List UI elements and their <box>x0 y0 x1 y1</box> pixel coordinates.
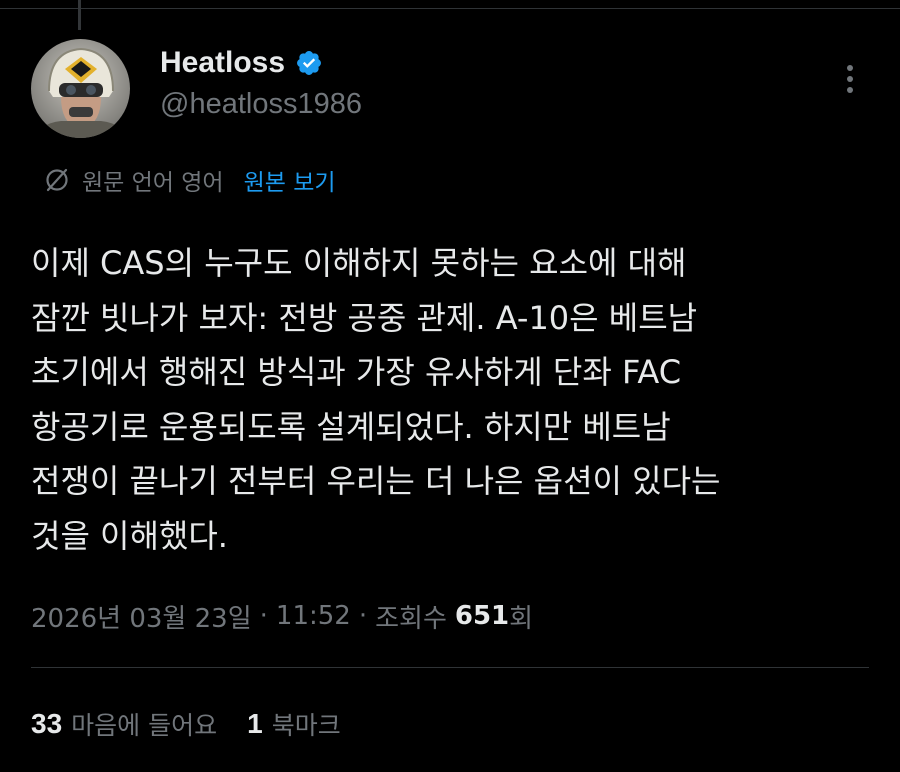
avatar[interactable] <box>31 39 130 138</box>
likes-label: 마음에 들어요 <box>71 711 218 740</box>
translation-language-text: 원문 언어 영어 <box>82 170 224 196</box>
author-handle[interactable]: @heatloss1986 <box>160 88 362 121</box>
more-options-icon[interactable] <box>838 62 862 98</box>
bookmarks-stat[interactable]: 1 북마크 <box>247 706 341 742</box>
tweet-text-line: 것을 이해했다. <box>31 516 228 555</box>
thread-connector-line <box>78 0 81 30</box>
likes-stat[interactable]: 33 마음에 들어요 <box>31 706 217 742</box>
author-name-row[interactable]: Heatloss <box>160 46 323 80</box>
translate-icon <box>44 167 70 193</box>
verified-badge-icon <box>295 49 323 77</box>
tweet-text-line: 초기에서 행해진 방식과 가장 유사하게 단좌 FAC <box>31 353 682 391</box>
meta-separator: · <box>358 601 368 631</box>
tweet-date[interactable]: 2026년 03월 23일 <box>31 598 252 635</box>
tweet-text-line: 이제 CAS의 누구도 이해하지 못하는 요소에 대해 <box>31 244 687 282</box>
stats-divider <box>31 667 869 668</box>
tweet-text-line: 전쟁이 끝나기 전부터 우리는 더 나은 옵션이 있다는 <box>31 462 721 500</box>
tweet-text: 이제 CAS의 누구도 이해하지 못하는 요소에 대해 잠깐 빗나가 보자: 전… <box>31 236 871 563</box>
views-label: 조회수 <box>375 603 447 634</box>
author-display-name[interactable]: Heatloss <box>160 46 285 80</box>
likes-count: 33 <box>31 708 63 739</box>
bookmarks-count: 1 <box>247 708 263 739</box>
tweet-text-line: 항공기로 운용되도록 설계되었다. 하지만 베트남 <box>31 407 671 446</box>
bookmarks-label: 북마크 <box>271 711 341 740</box>
tweet-meta: 2026년 03월 23일 · 11:52 · 조회수 651 회 <box>31 596 533 636</box>
views-suffix: 회 <box>509 603 534 634</box>
avatar-image <box>31 39 130 138</box>
translation-notice: 원문 언어 영어 원본 보기 <box>44 162 336 198</box>
engagement-stats: 33 마음에 들어요 1 북마크 <box>31 704 371 744</box>
meta-separator: · <box>259 601 268 631</box>
tweet-text-line: 잠깐 빗나가 보자: 전방 공중 관제. A-10은 베트남 <box>31 298 698 337</box>
views-count: 651 <box>454 601 510 631</box>
show-original-link[interactable]: 원본 보기 <box>244 163 336 197</box>
top-divider <box>0 0 900 9</box>
tweet-time[interactable]: 11:52 <box>276 601 351 631</box>
